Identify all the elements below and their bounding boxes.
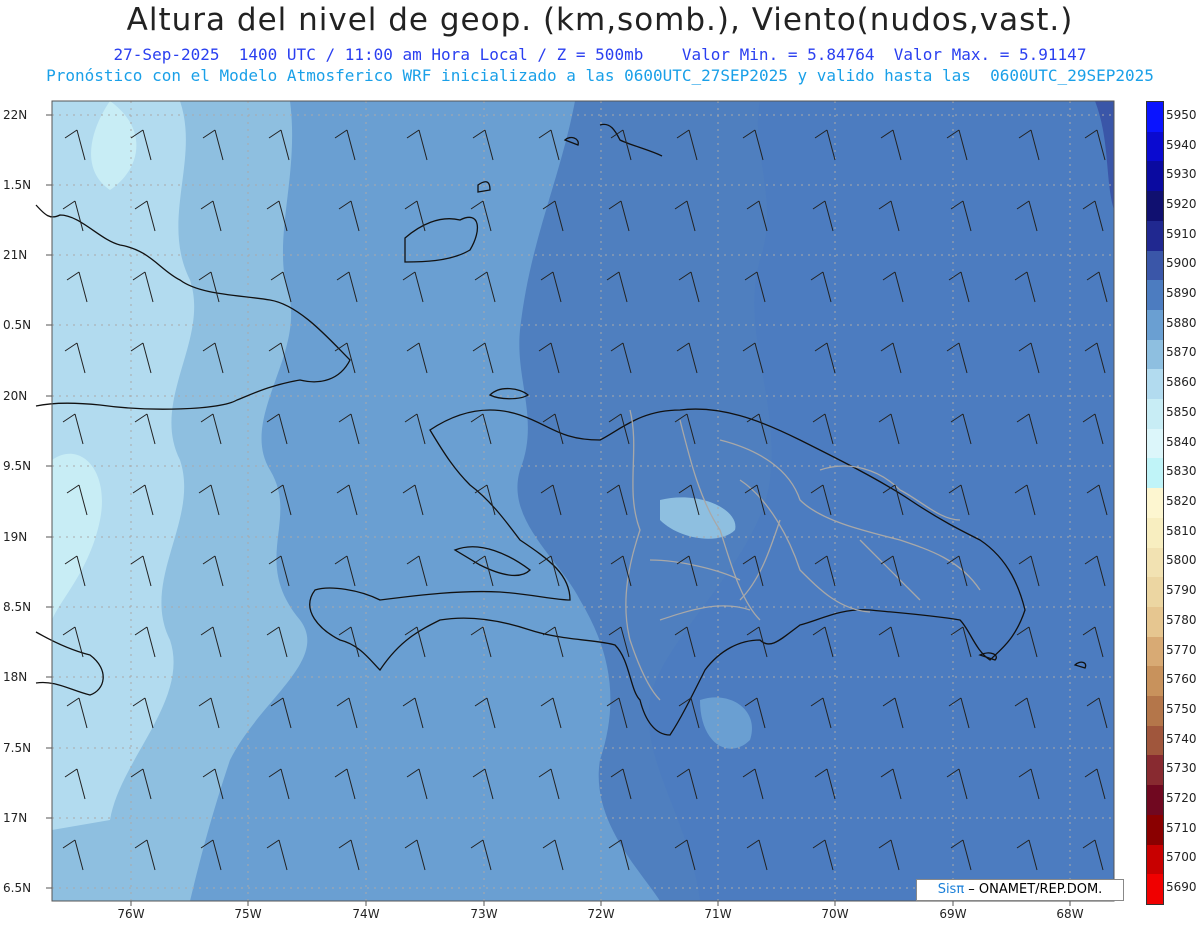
colorbar-cell xyxy=(1147,339,1163,370)
credit-brand: Sisπ xyxy=(937,882,965,897)
lon-label: 75W xyxy=(234,907,261,921)
colorbar-label: 5780 xyxy=(1166,612,1197,627)
colorbar-label: 5710 xyxy=(1166,820,1197,835)
colorbar-cell xyxy=(1147,755,1163,786)
colorbar-label: 5840 xyxy=(1166,434,1197,449)
lon-label: 73W xyxy=(470,907,497,921)
colorbar-label: 5790 xyxy=(1166,583,1197,598)
credit-box: Sisπ – ONAMET/REP.DOM. xyxy=(916,879,1124,901)
colorbar-cell xyxy=(1147,874,1163,904)
lon-label: 72W xyxy=(587,907,614,921)
credit-org: – ONAMET/REP.DOM. xyxy=(964,882,1103,897)
lat-label: 9.5N xyxy=(3,459,31,473)
height-field xyxy=(52,101,1114,901)
colorbar-label: 5740 xyxy=(1166,731,1197,746)
colorbar-label: 5830 xyxy=(1166,464,1197,479)
colorbar-cell xyxy=(1147,250,1163,281)
colorbar-cell xyxy=(1147,666,1163,697)
longitude-axis: 76W 75W 74W 73W 72W 71W 70W 69W 68W xyxy=(117,907,1083,921)
colorbar-label: 5900 xyxy=(1166,256,1197,271)
colorbar-cell xyxy=(1147,517,1163,548)
colorbar-cell xyxy=(1147,191,1163,221)
lat-label: 1.5N xyxy=(3,178,31,192)
colorbar-cell xyxy=(1147,458,1163,489)
colorbar-label: 5690 xyxy=(1166,880,1197,895)
lon-label: 71W xyxy=(704,907,731,921)
lat-label: 20N xyxy=(3,389,27,403)
colorbar-cell xyxy=(1147,280,1163,310)
colorbar-cell xyxy=(1147,399,1163,429)
colorbar-label: 5750 xyxy=(1166,701,1197,716)
colorbar-label: 5870 xyxy=(1166,345,1197,360)
colorbar-label: 5940 xyxy=(1166,137,1197,152)
colorbar xyxy=(1146,101,1164,905)
lat-label: 8.5N xyxy=(3,600,31,614)
colorbar-label: 5770 xyxy=(1166,642,1197,657)
colorbar-cell xyxy=(1147,102,1163,132)
colorbar-label: 5950 xyxy=(1166,107,1197,122)
lon-label: 70W xyxy=(821,907,848,921)
colorbar-label: 5820 xyxy=(1166,494,1197,508)
latitude-axis: 22N 1.5N 21N 0.5N 20N 9.5N 19N 8.5N 18N … xyxy=(3,108,31,895)
colorbar-cell xyxy=(1147,488,1163,518)
lon-label: 68W xyxy=(1056,907,1083,921)
colorbar-label: 5760 xyxy=(1166,672,1197,687)
lat-label: 22N xyxy=(3,108,27,122)
lat-label: 7.5N xyxy=(3,741,31,755)
lat-label: 6.5N xyxy=(3,881,31,895)
lat-label: 19N xyxy=(3,530,27,544)
colorbar-cell xyxy=(1147,428,1163,459)
colorbar-cell xyxy=(1147,725,1163,756)
colorbar-label: 5920 xyxy=(1166,196,1197,211)
lon-label: 69W xyxy=(939,907,966,921)
lat-label: 18N xyxy=(3,670,27,684)
map-plot: 22N 1.5N 21N 0.5N 20N 9.5N 19N 8.5N 18N … xyxy=(3,100,1115,921)
colorbar-cell xyxy=(1147,309,1163,340)
colorbar-cell xyxy=(1147,844,1163,875)
colorbar-cell xyxy=(1147,220,1163,251)
colorbar-label: 5810 xyxy=(1166,523,1197,538)
colorbar-cell xyxy=(1147,369,1163,400)
colorbar-label: 5850 xyxy=(1166,404,1197,419)
colorbar-label: 5860 xyxy=(1166,375,1197,390)
lat-label: 21N xyxy=(3,248,27,262)
colorbar-cell xyxy=(1147,161,1163,192)
colorbar-label: 5700 xyxy=(1166,850,1197,865)
colorbar-label: 5890 xyxy=(1166,286,1197,301)
lon-label: 74W xyxy=(352,907,379,921)
colorbar-cell xyxy=(1147,547,1163,578)
colorbar-cell xyxy=(1147,577,1163,607)
colorbar-label: 5930 xyxy=(1166,167,1197,182)
colorbar-cell xyxy=(1147,636,1163,667)
colorbar-label: 5800 xyxy=(1166,553,1197,568)
lon-label: 76W xyxy=(117,907,144,921)
colorbar-cell xyxy=(1147,696,1163,726)
colorbar-cell xyxy=(1147,131,1163,162)
colorbar-cell xyxy=(1147,785,1163,815)
colorbar-cell xyxy=(1147,606,1163,637)
colorbar-cell xyxy=(1147,814,1163,845)
colorbar-label: 5880 xyxy=(1166,315,1197,330)
colorbar-label: 5720 xyxy=(1166,791,1197,806)
colorbar-label: 5910 xyxy=(1166,226,1197,241)
colorbar-label: 5730 xyxy=(1166,761,1197,776)
lat-label: 0.5N xyxy=(3,318,31,332)
lat-label: 17N xyxy=(3,811,27,825)
